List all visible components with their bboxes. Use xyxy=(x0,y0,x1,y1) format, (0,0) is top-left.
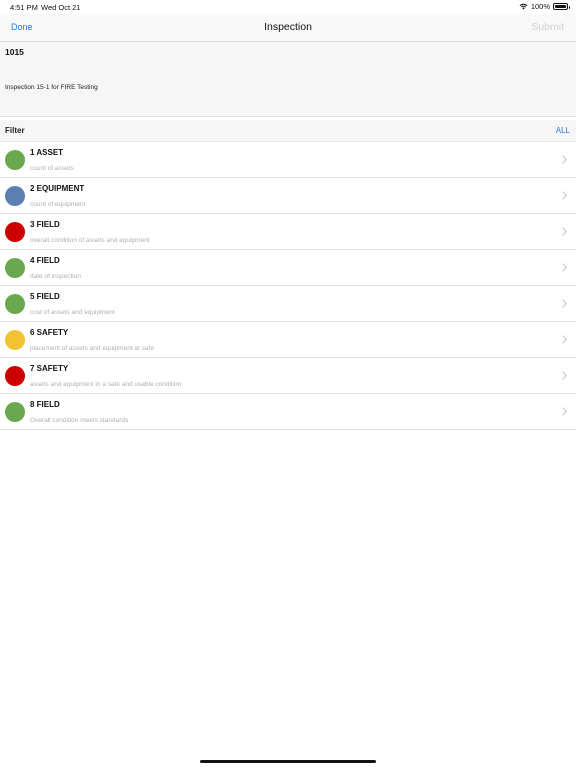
list-item[interactable]: 3 FIELD overall condition of assets and … xyxy=(0,214,576,250)
item-title: 6 SAFETY xyxy=(30,328,69,337)
item-subtitle: placement of assets and equipment at saf… xyxy=(30,345,154,352)
item-subtitle: overall condition of assets and equipmen… xyxy=(30,237,150,244)
list-item[interactable]: 2 EQUIPMENT count of equipment xyxy=(0,178,576,214)
chevron-right-icon xyxy=(562,227,567,236)
item-title: 7 SAFETY xyxy=(30,364,69,373)
status-dot xyxy=(5,186,25,206)
inspection-id: 1015 xyxy=(5,47,24,57)
list-item[interactable]: 1 ASSET count of assets xyxy=(0,142,576,178)
filter-all-button[interactable]: ALL xyxy=(556,126,570,135)
status-dot xyxy=(5,150,25,170)
chevron-right-icon xyxy=(562,191,567,200)
item-subtitle: assets and equipment in a safe and usabl… xyxy=(30,381,182,388)
item-title: 5 FIELD xyxy=(30,292,60,301)
list-item[interactable]: 7 SAFETY assets and equipment in a safe … xyxy=(0,358,576,394)
inspection-item-list: 1 ASSET count of assets 2 EQUIPMENT coun… xyxy=(0,142,576,430)
status-dot xyxy=(5,258,25,278)
item-title: 3 FIELD xyxy=(30,220,60,229)
list-item[interactable]: 6 SAFETY placement of assets and equipme… xyxy=(0,322,576,358)
item-title: 8 FIELD xyxy=(30,400,60,409)
battery-icon xyxy=(553,3,570,10)
chevron-right-icon xyxy=(562,371,567,380)
list-item[interactable]: 4 FIELD date of inspection xyxy=(0,250,576,286)
item-title: 4 FIELD xyxy=(30,256,60,265)
filter-label: Filter xyxy=(5,126,25,135)
item-title: 2 EQUIPMENT xyxy=(30,184,85,193)
status-date: Wed Oct 21 xyxy=(41,3,81,12)
submit-button[interactable]: Submit xyxy=(531,21,564,33)
inspection-header: 1015 Inspection 15-1 for FIRE Testing xyxy=(0,42,576,117)
inspection-description: Inspection 15-1 for FIRE Testing xyxy=(5,84,98,91)
navigation-bar: Done Inspection Submit xyxy=(0,14,576,42)
item-subtitle: count of equipment xyxy=(30,201,86,208)
item-title: 1 ASSET xyxy=(30,148,64,157)
status-dot xyxy=(5,294,25,314)
chevron-right-icon xyxy=(562,299,567,308)
status-indicators: 100% xyxy=(519,2,570,11)
list-item[interactable]: 8 FIELD Overall condition meets standard… xyxy=(0,394,576,430)
page-title: Inspection xyxy=(264,21,312,33)
status-bar: 4:51 PM Wed Oct 21 100% xyxy=(0,0,576,14)
item-subtitle: count of assets xyxy=(30,165,74,172)
filter-bar: Filter ALL xyxy=(0,120,576,142)
item-subtitle: cost of assets and equipment xyxy=(30,309,115,316)
status-dot xyxy=(5,330,25,350)
chevron-right-icon xyxy=(562,407,567,416)
chevron-right-icon xyxy=(562,155,567,164)
battery-percent: 100% xyxy=(530,2,550,11)
status-time: 4:51 PM xyxy=(10,3,38,12)
chevron-right-icon xyxy=(562,263,567,272)
list-item[interactable]: 5 FIELD cost of assets and equipment xyxy=(0,286,576,322)
item-subtitle: Overall condition meets standards xyxy=(30,417,129,424)
home-indicator[interactable] xyxy=(200,760,376,763)
item-subtitle: date of inspection xyxy=(30,273,81,280)
status-dot xyxy=(5,402,25,422)
chevron-right-icon xyxy=(562,335,567,344)
status-dot xyxy=(5,366,25,386)
status-dot xyxy=(5,222,25,242)
wifi-icon xyxy=(519,3,528,10)
